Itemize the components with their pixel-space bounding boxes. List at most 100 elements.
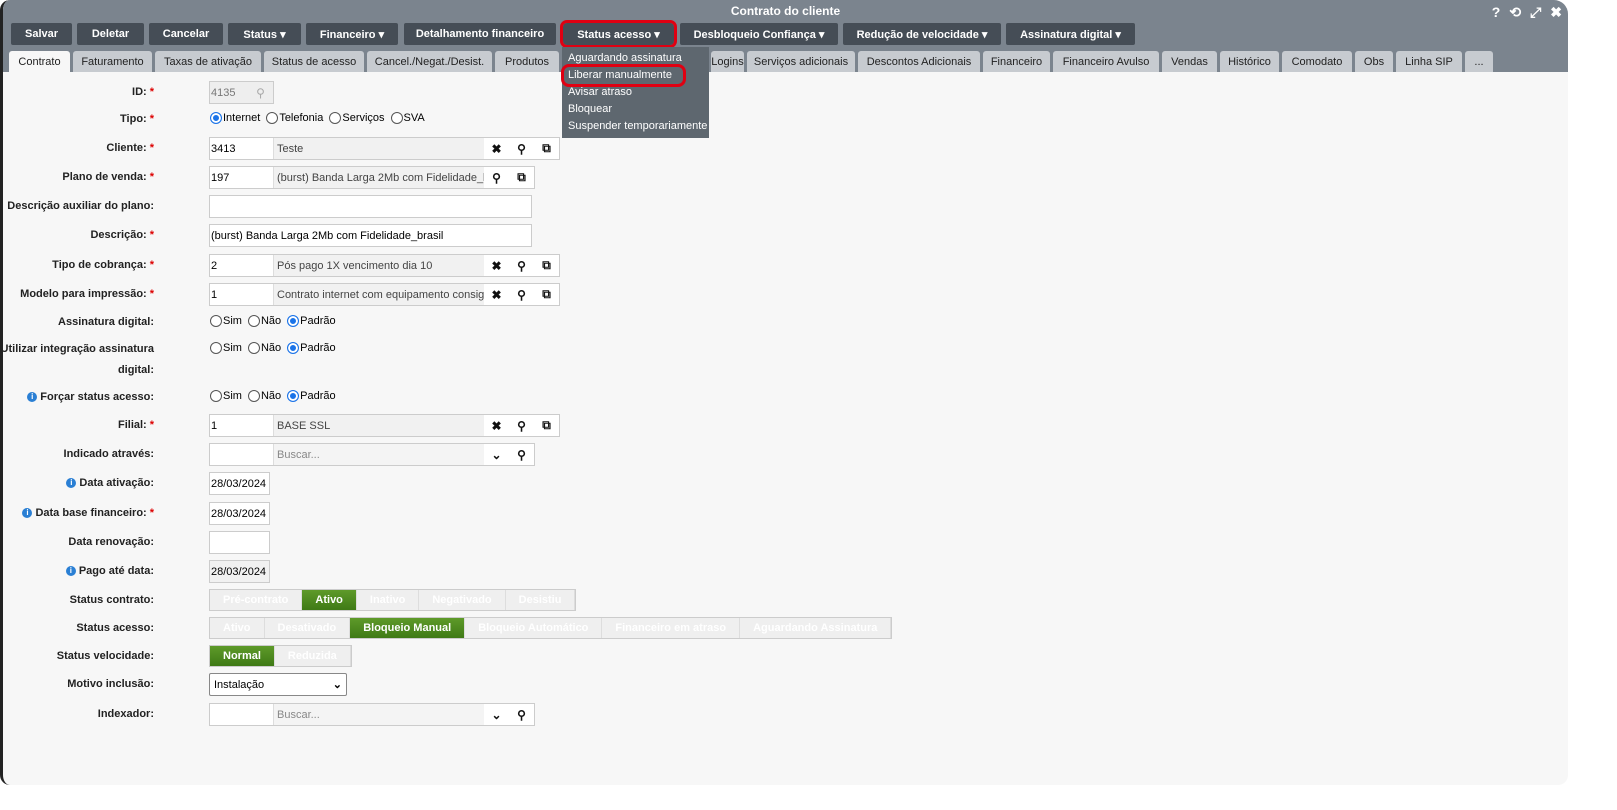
- tab-cancel-negat-desist[interactable]: Cancel./Negat./Desist.: [367, 51, 492, 72]
- filial-field[interactable]: 1 BASE SSL ✖ ⚲ ⧉: [209, 414, 560, 437]
- tab-more[interactable]: ...: [1465, 51, 1493, 72]
- tipo-de-cobranca-field[interactable]: 2 Pós pago 1X vencimento dia 10 ✖ ⚲ ⧉: [209, 254, 560, 277]
- radio-unchecked-icon[interactable]: [210, 315, 222, 327]
- status-acesso-bloqueio-manual-button[interactable]: Bloqueio Manual: [350, 618, 466, 638]
- detalhamento-financeiro-button[interactable]: Detalhamento financeiro: [404, 23, 556, 45]
- tipo-option-sva[interactable]: SVA: [390, 112, 425, 124]
- menu-item-liberar-manualmente[interactable]: Liberar manualmente: [561, 64, 686, 87]
- search-icon[interactable]: ⚲: [484, 171, 509, 185]
- forcar-status-acesso-option-nao[interactable]: Não: [247, 390, 281, 402]
- status-acesso-button[interactable]: Status acesso ▾: [560, 20, 677, 48]
- help-icon[interactable]: ?: [1492, 4, 1501, 21]
- history-icon[interactable]: ⟲: [1509, 4, 1521, 21]
- id-field[interactable]: 4135 ⚲: [209, 81, 274, 104]
- plano-de-venda-field[interactable]: 197 (burst) Banda Larga 2Mb com Fidelidad…: [209, 166, 535, 189]
- indicado-atraves-field[interactable]: Buscar... ⌄ ⚲: [209, 443, 535, 466]
- chevron-down-icon[interactable]: ⌄: [484, 708, 509, 722]
- modelo-para-impressao-code-input[interactable]: 1: [210, 284, 274, 305]
- search-icon[interactable]: ⚲: [509, 708, 534, 722]
- descricao-input[interactable]: (burst) Banda Larga 2Mb com Fidelidade_b…: [209, 224, 532, 247]
- tab-servicos-adicionais[interactable]: Serviços adicionais: [747, 51, 855, 72]
- radio-unchecked-icon[interactable]: [329, 112, 342, 124]
- data-renovacao-input[interactable]: [209, 531, 270, 554]
- status-button[interactable]: Status ▾: [228, 23, 301, 45]
- desbloqueio-confianca-button[interactable]: Desbloqueio Confiança ▾: [680, 23, 838, 45]
- motivo-inclusao-select[interactable]: Instalação ⌄: [209, 673, 347, 696]
- status-acesso-ativo-button[interactable]: Ativo: [210, 618, 265, 638]
- indexador-code-input[interactable]: [210, 704, 274, 725]
- pago-ate-data-input[interactable]: 28/03/2024: [209, 560, 270, 583]
- search-icon[interactable]: ⚲: [509, 142, 534, 156]
- forcar-status-acesso-option-sim[interactable]: Sim: [210, 390, 242, 402]
- status-velocidade-reduzida-button[interactable]: Reduzida: [274, 646, 351, 666]
- search-icon[interactable]: ⚲: [509, 448, 534, 462]
- search-icon[interactable]: ⚲: [509, 288, 534, 302]
- tab-historico[interactable]: Histórico: [1220, 51, 1279, 72]
- tipo-de-cobranca-code-input[interactable]: 2: [210, 255, 274, 276]
- info-icon[interactable]: i: [27, 392, 38, 402]
- search-icon[interactable]: ⚲: [509, 259, 534, 273]
- status-contrato-inativo-button[interactable]: Inativo: [356, 590, 420, 610]
- status-contrato-ativo-button[interactable]: Ativo: [302, 590, 357, 610]
- search-icon[interactable]: ⚲: [509, 419, 534, 433]
- forcar-status-acesso-option-padrao[interactable]: Padrão: [287, 390, 336, 402]
- data-base-financeiro-input[interactable]: 28/03/2024: [209, 502, 270, 525]
- reducao-de-velocidade-button[interactable]: Redução de velocidade ▾: [843, 23, 1001, 45]
- indexador-field[interactable]: Buscar... ⌄ ⚲: [209, 703, 535, 726]
- close-icon[interactable]: ✖: [1550, 4, 1562, 21]
- radio-checked-icon[interactable]: [287, 342, 300, 354]
- tab-contrato[interactable]: Contrato: [9, 51, 70, 72]
- tab-linha-sip[interactable]: Linha SIP: [1396, 51, 1462, 72]
- menu-item-bloquear[interactable]: Bloquear: [562, 101, 709, 118]
- descricao-auxiliar-do-plano-input[interactable]: [209, 195, 532, 218]
- utilizar-integracao-assinatura-option-nao[interactable]: Não: [247, 342, 281, 354]
- cancelar-button[interactable]: Cancelar: [149, 23, 223, 45]
- status-acesso-financeiro-em-atraso-button[interactable]: Financeiro em atraso: [602, 618, 741, 638]
- plano-de-venda-code-input[interactable]: 197: [210, 167, 274, 188]
- radio-unchecked-icon[interactable]: [266, 112, 279, 124]
- open-icon[interactable]: ⧉: [534, 258, 559, 273]
- assinatura-digital-button[interactable]: Assinatura digital ▾: [1006, 23, 1135, 45]
- tab-descontos-adicionais[interactable]: Descontos Adicionais: [858, 51, 980, 72]
- salvar-button[interactable]: Salvar: [11, 23, 72, 45]
- tab-produtos[interactable]: Produtos: [495, 51, 559, 72]
- menu-item-avisar-atraso[interactable]: Avisar atraso: [562, 84, 709, 101]
- utilizar-integracao-assinatura-option-sim[interactable]: Sim: [210, 342, 242, 354]
- search-icon[interactable]: ⚲: [248, 86, 273, 100]
- tab-status-de-acesso[interactable]: Status de acesso: [264, 51, 364, 72]
- tab-financeiro-avulso[interactable]: Financeiro Avulso: [1053, 51, 1159, 72]
- radio-checked-icon[interactable]: [287, 315, 300, 327]
- open-icon[interactable]: ⧉: [509, 170, 534, 185]
- tab-logins[interactable]: Logins: [711, 51, 744, 72]
- financeiro-button[interactable]: Financeiro ▾: [306, 23, 398, 45]
- clear-icon[interactable]: ✖: [484, 142, 509, 156]
- menu-item-aguardando-assinatura[interactable]: Aguardando assinatura: [562, 50, 709, 67]
- open-icon[interactable]: ⧉: [534, 141, 559, 156]
- data-ativacao-input[interactable]: 28/03/2024: [209, 472, 270, 495]
- indicado-atraves-code-input[interactable]: [210, 444, 274, 465]
- open-icon[interactable]: ⧉: [534, 418, 559, 433]
- tab-financeiro[interactable]: Financeiro: [983, 51, 1050, 72]
- radio-checked-icon[interactable]: [210, 112, 222, 124]
- status-velocidade-normal-button[interactable]: Normal: [210, 646, 275, 666]
- radio-checked-icon[interactable]: [287, 390, 300, 402]
- chevron-down-icon[interactable]: ⌄: [484, 448, 509, 462]
- info-icon[interactable]: i: [22, 508, 33, 518]
- info-icon[interactable]: i: [66, 478, 77, 488]
- status-contrato-pre-contrato-button[interactable]: Pré-contrato: [210, 590, 303, 610]
- tipo-option-telefonia[interactable]: Telefonia: [266, 112, 323, 124]
- assinatura-digital-option-sim[interactable]: Sim: [210, 315, 242, 327]
- info-icon[interactable]: i: [65, 566, 76, 576]
- expand-icon[interactable]: ⤢: [1530, 4, 1541, 21]
- filial-code-input[interactable]: 1: [210, 415, 274, 436]
- radio-unchecked-icon[interactable]: [247, 315, 260, 327]
- radio-unchecked-icon[interactable]: [390, 112, 403, 124]
- radio-unchecked-icon[interactable]: [210, 342, 222, 354]
- status-acesso-aguardando-assinatura-button[interactable]: Aguardando Assinatura: [740, 618, 892, 638]
- radio-unchecked-icon[interactable]: [210, 390, 222, 402]
- modelo-para-impressao-field[interactable]: 1 Contrato internet com equipamento consi…: [209, 283, 560, 306]
- assinatura-digital-option-nao[interactable]: Não: [247, 315, 281, 327]
- deletar-button[interactable]: Deletar: [77, 23, 144, 45]
- id-code-input[interactable]: 4135: [210, 82, 248, 103]
- clear-icon[interactable]: ✖: [484, 419, 509, 433]
